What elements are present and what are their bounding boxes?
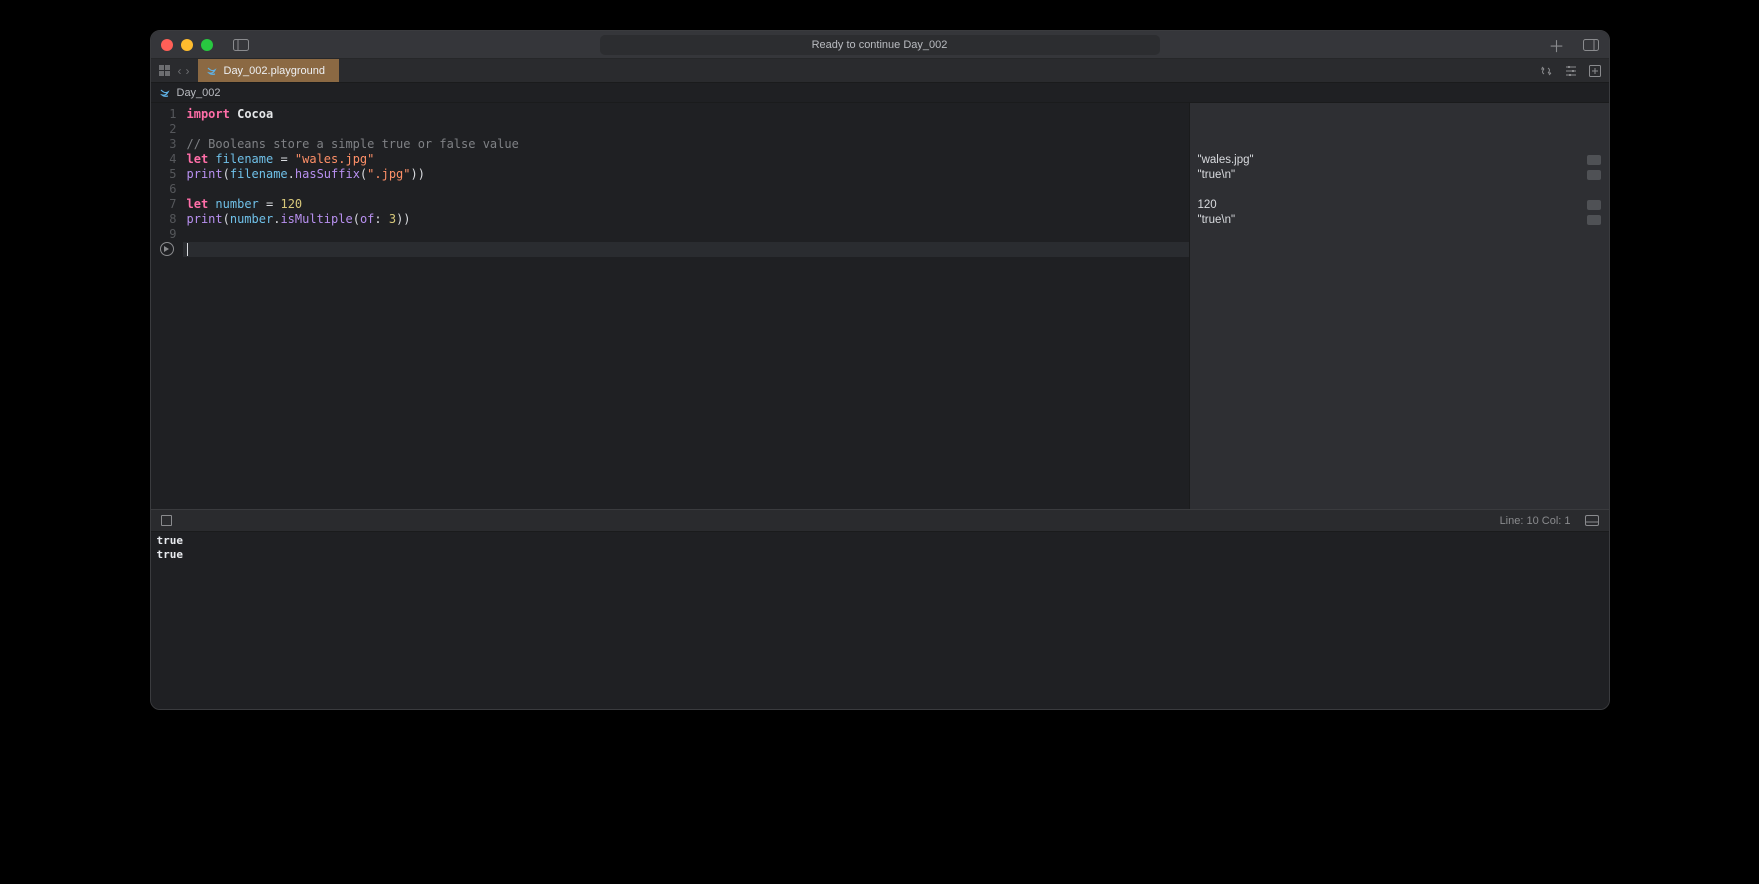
- breadcrumb[interactable]: Day_002: [151, 83, 1609, 103]
- status-text: Ready to continue Day_002: [812, 39, 948, 51]
- line-number: 3: [151, 137, 177, 152]
- line-number: 2: [151, 122, 177, 137]
- console-line: true: [157, 534, 1603, 548]
- console-toggle-icon[interactable]: [1585, 515, 1599, 526]
- code-line[interactable]: print(filename.hasSuffix(".jpg")): [187, 167, 1189, 182]
- console-toolbar: Line: 10 Col: 1: [151, 510, 1609, 532]
- code-line[interactable]: [187, 182, 1189, 197]
- line-number: 1: [151, 107, 177, 122]
- result-value: "wales.jpg": [1198, 154, 1254, 166]
- code-line[interactable]: print(number.isMultiple(of: 3)): [187, 212, 1189, 227]
- quicklook-icon[interactable]: [1587, 200, 1601, 210]
- breadcrumb-label: Day_002: [177, 87, 221, 99]
- console-filter-icon[interactable]: [161, 515, 172, 526]
- code-line[interactable]: // Booleans store a simple true or false…: [187, 137, 1189, 152]
- left-sidebar-toggle-icon[interactable]: [231, 38, 251, 52]
- result-row[interactable]: "true\n": [1198, 212, 1601, 227]
- line-number: 6: [151, 182, 177, 197]
- results-sidebar: "wales.jpg" "true\n" 120 "true\n": [1189, 103, 1609, 509]
- related-items-icon[interactable]: [159, 65, 170, 76]
- debug-area: Line: 10 Col: 1 truetrue: [151, 509, 1609, 709]
- code-line[interactable]: import Cocoa: [187, 107, 1189, 122]
- result-value: 120: [1198, 199, 1217, 211]
- result-value: "true\n": [1198, 214, 1236, 226]
- nav-forward-icon[interactable]: ›: [186, 64, 190, 78]
- minimize-window-button[interactable]: [181, 39, 193, 51]
- line-gutter: 123456789: [151, 103, 183, 509]
- titlebar: Ready to continue Day_002 ＋: [151, 31, 1609, 59]
- console-line: true: [157, 548, 1603, 562]
- result-value: "true\n": [1198, 169, 1236, 181]
- tab-bar: ‹ › Day_002.playground: [151, 59, 1609, 83]
- text-cursor: [187, 243, 188, 256]
- add-editor-icon[interactable]: [1589, 65, 1601, 77]
- xcode-window: Ready to continue Day_002 ＋ ‹ › Day_002.…: [150, 30, 1610, 710]
- code-area[interactable]: import Cocoa // Booleans store a simple t…: [183, 103, 1189, 509]
- line-number: 9: [151, 227, 177, 242]
- result-row[interactable]: "true\n": [1198, 167, 1601, 182]
- zoom-window-button[interactable]: [201, 39, 213, 51]
- line-number: 4: [151, 152, 177, 167]
- quicklook-icon[interactable]: [1587, 215, 1601, 225]
- code-line[interactable]: let filename = "wales.jpg": [187, 152, 1189, 167]
- code-line[interactable]: [187, 227, 1189, 242]
- main-area: 123456789 import Cocoa // Booleans store …: [151, 103, 1609, 509]
- tab-label: Day_002.playground: [224, 65, 326, 77]
- console-output[interactable]: truetrue: [151, 532, 1609, 709]
- result-row[interactable]: "wales.jpg": [1198, 152, 1601, 167]
- code-line[interactable]: [187, 122, 1189, 137]
- swift-icon: [206, 65, 218, 77]
- tab-active[interactable]: Day_002.playground: [198, 59, 340, 82]
- line-number: 5: [151, 167, 177, 182]
- nav-back-icon[interactable]: ‹: [178, 64, 182, 78]
- status-bar[interactable]: Ready to continue Day_002: [600, 35, 1160, 55]
- add-icon[interactable]: ＋: [1548, 33, 1564, 57]
- close-window-button[interactable]: [161, 39, 173, 51]
- traffic-lights: [161, 39, 213, 51]
- quicklook-icon[interactable]: [1587, 170, 1601, 180]
- library-icon[interactable]: [1583, 39, 1599, 51]
- code-editor[interactable]: 123456789 import Cocoa // Booleans store …: [151, 103, 1189, 509]
- code-line[interactable]: [187, 242, 1189, 257]
- line-number: 8: [151, 212, 177, 227]
- cursor-position: Line: 10 Col: 1: [1500, 515, 1571, 527]
- adjust-editor-icon[interactable]: [1565, 65, 1577, 77]
- result-row[interactable]: 120: [1198, 197, 1601, 212]
- swift-icon: [159, 87, 171, 99]
- refresh-icon[interactable]: [1539, 65, 1553, 77]
- quicklook-icon[interactable]: [1587, 155, 1601, 165]
- line-number: 7: [151, 197, 177, 212]
- code-line[interactable]: let number = 120: [187, 197, 1189, 212]
